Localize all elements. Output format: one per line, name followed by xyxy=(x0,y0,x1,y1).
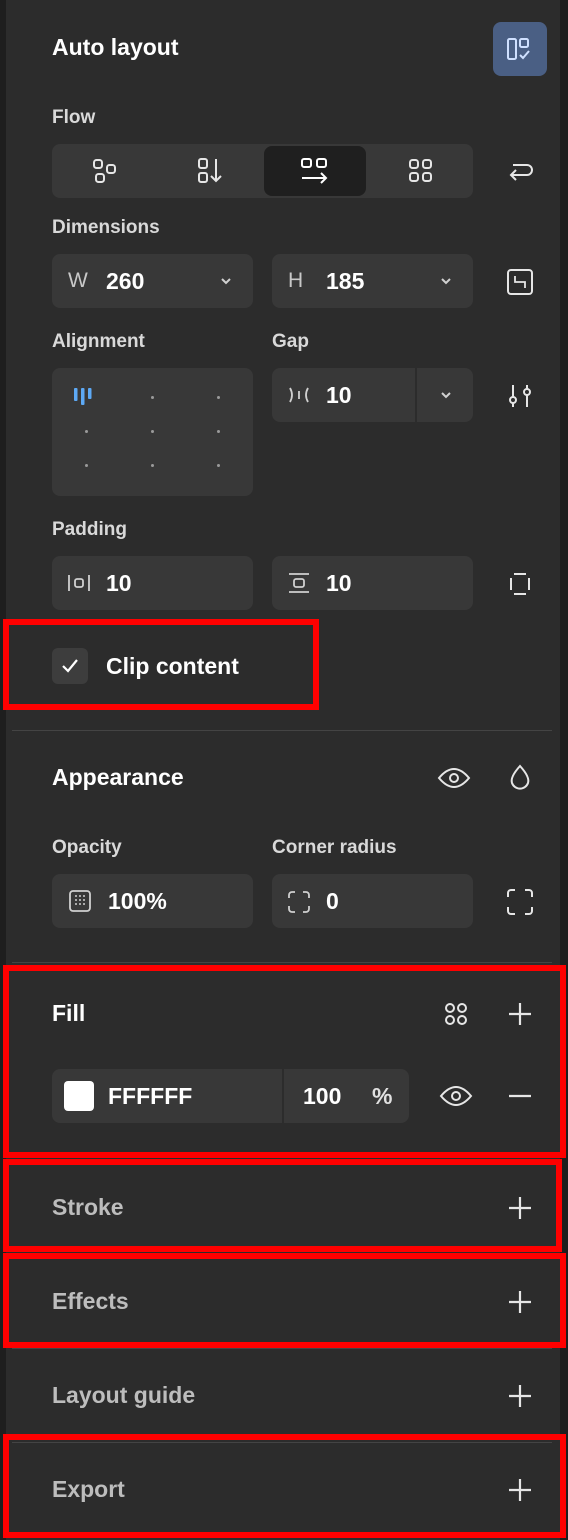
section-divider xyxy=(12,1160,552,1161)
opacity-label: Opacity xyxy=(52,837,122,858)
layout-guide-title: Layout guide xyxy=(52,1382,196,1408)
alignment-grid[interactable] xyxy=(52,368,253,496)
clip-content-label[interactable]: Clip content xyxy=(106,653,239,680)
height-prefix: H xyxy=(288,269,304,292)
chevron-down-icon[interactable] xyxy=(219,271,233,296)
effects-title: Effects xyxy=(52,1288,129,1314)
dimensions-label: Dimensions xyxy=(52,217,160,238)
opacity-field[interactable]: 100% xyxy=(52,874,253,928)
add-export-plus-icon[interactable] xyxy=(500,1470,540,1510)
fill-title: Fill xyxy=(52,1000,86,1026)
fill-visibility-eye-icon[interactable] xyxy=(436,1076,476,1116)
flow-horizontal-icon[interactable] xyxy=(264,146,366,196)
flow-label: Flow xyxy=(52,107,96,128)
alignment-label: Alignment xyxy=(52,331,145,352)
section-divider xyxy=(12,730,552,731)
width-value[interactable]: 260 xyxy=(106,268,144,295)
export-title: Export xyxy=(52,1476,125,1502)
alignment-dot[interactable] xyxy=(151,396,154,399)
alignment-dot[interactable] xyxy=(217,396,220,399)
wrap-icon[interactable] xyxy=(500,152,540,192)
width-prefix: W xyxy=(68,269,88,292)
flow-grid-icon[interactable] xyxy=(368,144,473,198)
chevron-down-icon[interactable] xyxy=(439,271,453,296)
eye-icon[interactable] xyxy=(434,758,474,798)
gap-icon xyxy=(286,383,312,412)
alignment-dot[interactable] xyxy=(217,464,220,467)
alignment-dot[interactable] xyxy=(85,464,88,467)
add-fill-plus-icon[interactable] xyxy=(500,994,540,1034)
add-stroke-plus-icon[interactable] xyxy=(500,1188,540,1228)
fill-percent-sign: % xyxy=(372,1083,393,1109)
section-divider xyxy=(12,962,552,963)
auto-layout-title: Auto layout xyxy=(52,34,179,60)
section-divider xyxy=(12,1254,552,1255)
blend-mode-drop-icon[interactable] xyxy=(500,758,540,798)
add-layout-guide-plus-icon[interactable] xyxy=(500,1376,540,1416)
gap-field[interactable]: 10 xyxy=(272,368,473,422)
alignment-dot[interactable] xyxy=(151,464,154,467)
fill-hex-value[interactable]: FFFFFF xyxy=(108,1083,192,1110)
chevron-down-icon[interactable] xyxy=(439,385,453,410)
flow-vertical-icon[interactable] xyxy=(157,144,262,198)
corner-radius-field[interactable]: 0 xyxy=(272,874,473,928)
opacity-icon xyxy=(68,889,92,918)
width-field[interactable]: W 260 xyxy=(52,254,253,308)
corner-radius-value[interactable]: 0 xyxy=(326,888,339,915)
resize-to-fit-icon[interactable] xyxy=(500,262,540,302)
gap-value[interactable]: 10 xyxy=(326,382,352,409)
gap-label: Gap xyxy=(272,331,309,352)
add-effect-plus-icon[interactable] xyxy=(500,1282,540,1322)
auto-layout-toggle-icon[interactable] xyxy=(493,22,547,76)
vertical-padding-value[interactable]: 10 xyxy=(326,570,352,597)
alignment-dot[interactable] xyxy=(85,430,88,433)
horizontal-padding-field[interactable]: 10 xyxy=(52,556,253,610)
appearance-title: Appearance xyxy=(52,764,184,790)
fill-opacity-value[interactable]: 100 xyxy=(303,1083,341,1110)
horizontal-padding-icon xyxy=(66,571,92,600)
opacity-value[interactable]: 100% xyxy=(108,888,167,915)
alignment-top-left-icon[interactable] xyxy=(72,382,100,412)
checkmark-icon xyxy=(62,659,78,673)
independent-corners-icon[interactable] xyxy=(500,882,540,922)
fill-color-swatch[interactable] xyxy=(64,1081,94,1111)
corner-radius-icon xyxy=(286,889,312,920)
vertical-padding-field[interactable]: 10 xyxy=(272,556,473,610)
properties-panel: Auto layout Flow Dimensions W 260 H 185 … xyxy=(0,0,568,1540)
fill-divider xyxy=(282,1069,284,1123)
horizontal-padding-value[interactable]: 10 xyxy=(106,570,132,597)
height-value[interactable]: 185 xyxy=(326,268,364,295)
remove-fill-minus-icon[interactable] xyxy=(500,1076,540,1116)
height-field[interactable]: H 185 xyxy=(272,254,473,308)
alignment-dot[interactable] xyxy=(151,430,154,433)
clip-content-checkbox[interactable] xyxy=(52,648,88,684)
padding-label: Padding xyxy=(52,519,127,540)
styles-icon[interactable] xyxy=(436,994,476,1034)
fill-row[interactable]: FFFFFF 100 % xyxy=(52,1069,409,1123)
stroke-title: Stroke xyxy=(52,1194,124,1220)
vertical-padding-icon xyxy=(286,571,312,600)
individual-padding-icon[interactable] xyxy=(500,564,540,604)
corner-radius-label: Corner radius xyxy=(272,837,397,858)
section-divider xyxy=(12,1348,552,1349)
alignment-dot[interactable] xyxy=(217,430,220,433)
flow-freeform-icon[interactable] xyxy=(52,144,157,198)
advanced-layout-settings-icon[interactable] xyxy=(500,376,540,416)
section-divider xyxy=(12,1442,552,1443)
gap-divider xyxy=(415,368,417,422)
